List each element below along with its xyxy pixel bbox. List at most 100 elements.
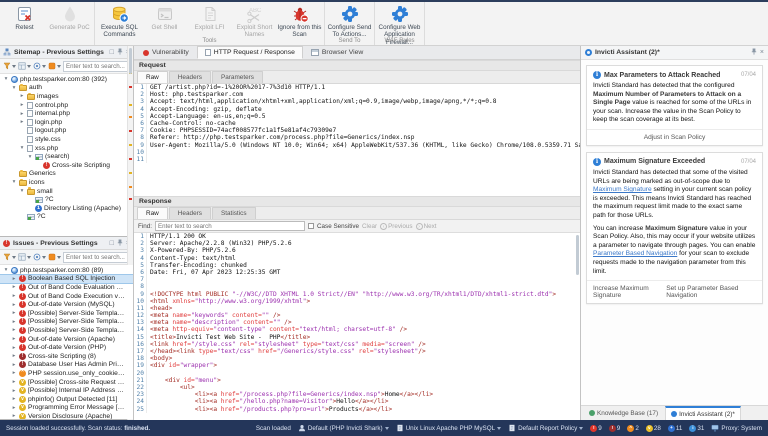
expander-icon[interactable]: ▸ — [19, 118, 25, 126]
request-tab-parameters[interactable]: Parameters — [212, 71, 263, 83]
sitemap-search-input[interactable] — [66, 63, 133, 70]
expander-icon[interactable]: ▸ — [11, 387, 17, 395]
tree-item[interactable]: style.css — [0, 135, 133, 144]
adjust-in-scan-policy-button[interactable]: Adjust in Scan Policy — [644, 134, 706, 141]
previous-button[interactable]: ‹Previous — [380, 223, 413, 230]
issues-search-input[interactable] — [66, 254, 133, 261]
expander-icon[interactable]: ▾ — [19, 187, 25, 195]
expander-icon[interactable]: ▸ — [19, 92, 25, 100]
request-editor[interactable]: 1GET /artist.php?id=-1%20OR%2017-7%3d10 … — [134, 84, 580, 196]
tree-item[interactable]: ▸![Possible] Server-Side Template Inject… — [0, 326, 133, 335]
pin-icon[interactable] — [117, 239, 123, 248]
tab-browser-view[interactable]: Browser View — [304, 46, 370, 59]
expander-icon[interactable]: ▾ — [27, 153, 33, 161]
tree-item[interactable]: ▸!Cross-site Scripting (8) — [0, 352, 133, 361]
tree-item[interactable]: ▸!Out-of-date Version (PHP) — [0, 343, 133, 352]
tree-item[interactable]: ▾GET(search) — [0, 152, 133, 161]
expander-icon[interactable]: ▸ — [11, 352, 17, 360]
request-tab-raw[interactable]: Raw — [137, 71, 168, 83]
tree-item[interactable]: !Cross-site Scripting — [0, 161, 133, 170]
group-button[interactable] — [48, 253, 61, 261]
tree-item[interactable]: ▸!Boolean Based SQL Injection — [0, 275, 133, 284]
scope-button[interactable] — [33, 62, 46, 70]
tree-item[interactable]: ▸vVersion Disclosure (Apache) — [0, 412, 133, 419]
tree-item[interactable]: ▸v[Possible] Cross-site Request Forgery … — [0, 378, 133, 387]
tab-knowledge-base-17[interactable]: Knowledge Base (17) — [584, 406, 663, 420]
tree-item[interactable]: ▸v[Possible] Internal IP Address Disclos… — [0, 386, 133, 395]
tree-item[interactable]: ▸!Out-of-date Version (Apache) — [0, 335, 133, 344]
tree-item[interactable]: GET?C — [0, 213, 133, 222]
tree-item[interactable]: iDirectory Listing (Apache) — [0, 204, 133, 213]
expander-icon[interactable]: ▸ — [19, 101, 25, 109]
response-tab-statistics[interactable]: Statistics — [212, 207, 256, 219]
expander-icon[interactable]: ▸ — [11, 335, 17, 343]
expander-icon[interactable]: ▸ — [11, 344, 17, 352]
tree-item[interactable]: GET?C — [0, 195, 133, 204]
tree-item[interactable]: ▸![Possible] Server-Side Template Inject… — [0, 318, 133, 327]
layout-button[interactable] — [18, 62, 31, 70]
expander-icon[interactable]: ▸ — [19, 110, 25, 118]
tree-item[interactable]: ▸![Possible] Server-Side Template Inject… — [0, 309, 133, 318]
tree-item[interactable]: logout.php — [0, 127, 133, 136]
expander-icon[interactable]: ▸ — [11, 404, 17, 412]
expander-icon[interactable]: ▸ — [11, 292, 17, 300]
inline-link[interactable]: Parameter Based Navigation — [593, 250, 677, 257]
find-input[interactable] — [155, 221, 305, 231]
case-sensitive-checkbox[interactable] — [308, 223, 314, 229]
expander-icon[interactable]: ▾ — [19, 144, 25, 152]
clear-button[interactable]: Clear — [362, 223, 377, 230]
retest-button[interactable]: Retest — [2, 3, 47, 37]
expander-icon[interactable]: ▾ — [3, 75, 9, 83]
tree-item[interactable]: ▸internal.php — [0, 109, 133, 118]
scrollbar-thumb[interactable] — [576, 235, 580, 275]
default-php-invicti-shark-dropdown[interactable]: Default (PHP Invicti Shark) — [298, 424, 389, 432]
tree-item[interactable]: ▸!Out of Band Code Execution via SSTI [.… — [0, 292, 133, 301]
window-options-icon[interactable]: □ — [110, 49, 114, 56]
next-button[interactable]: ›Next — [416, 223, 437, 230]
expander-icon[interactable]: ▸ — [11, 275, 17, 283]
tree-item[interactable]: ▸^PHP session.use_only_cookies Is Disabl… — [0, 369, 133, 378]
expander-icon[interactable]: ▸ — [11, 309, 17, 317]
expander-icon[interactable]: ▸ — [11, 412, 17, 419]
tree-item[interactable]: ▸!Database User Has Admin Privileges — [0, 361, 133, 370]
tree-item[interactable]: ▸control.php — [0, 101, 133, 110]
tree-item[interactable]: ▸!Out of Band Code Evaluation (PHP) — [0, 283, 133, 292]
expander-icon[interactable]: ▸ — [11, 369, 17, 377]
expander-icon[interactable]: ▸ — [11, 395, 17, 403]
tree-item[interactable]: ▸login.php — [0, 118, 133, 127]
default-report-policy-dropdown[interactable]: Default Report Policy — [508, 424, 583, 432]
tab-http-request-response[interactable]: HTTP Request / Response — [197, 46, 303, 59]
configure-web-application-firewall-button[interactable]: Configure Web Application Firewall... — [377, 3, 422, 37]
response-editor[interactable]: 1HTTP/1.1 200 OK2Server: Apache/2.2.8 (W… — [134, 233, 580, 420]
tab-vulnerability[interactable]: Vulnerability — [136, 46, 196, 59]
set-up-parameter-based-navigation-button[interactable]: Set up Parameter Based Navigation — [666, 285, 756, 299]
inline-link[interactable]: Maximum Signature — [593, 186, 652, 193]
tree-item[interactable]: ▾small — [0, 187, 133, 196]
expander-icon[interactable]: ▸ — [11, 326, 17, 334]
tree-item[interactable]: ▾xss.php — [0, 144, 133, 153]
filter-button[interactable] — [3, 253, 16, 261]
expander-icon[interactable]: ▾ — [3, 266, 9, 274]
tree-item[interactable]: ▸vphpinfo() Output Detected [11] — [0, 395, 133, 404]
scrollbar-thumb[interactable] — [129, 48, 133, 74]
response-tab-raw[interactable]: Raw — [137, 207, 168, 219]
expander-icon[interactable]: ▸ — [11, 378, 17, 386]
unix-linux-apache-php-mysql-dropdown[interactable]: Unix Linux Apache PHP MySQL — [396, 424, 502, 432]
expander-icon[interactable]: ▸ — [11, 283, 17, 291]
pin-icon[interactable] — [751, 48, 757, 57]
tree-item[interactable]: ▾php.testsparker.com:80 (392) — [0, 75, 133, 84]
response-tab-headers[interactable]: Headers — [169, 207, 211, 219]
pin-icon[interactable] — [117, 48, 123, 57]
ignore-from-this-scan-button[interactable]: Ignore from this Scan — [277, 3, 322, 37]
tree-item[interactable]: ▸images — [0, 92, 133, 101]
layout-button[interactable] — [18, 253, 31, 261]
tree-item[interactable]: Generics — [0, 170, 133, 179]
group-button[interactable] — [48, 62, 61, 70]
window-options-icon[interactable]: □ — [110, 240, 114, 247]
tree-item[interactable]: ▾auth — [0, 84, 133, 93]
scope-button[interactable] — [33, 253, 46, 261]
expander-icon[interactable]: ▾ — [11, 178, 17, 186]
expander-icon[interactable]: ▸ — [11, 361, 17, 369]
proxy-indicator[interactable]: Proxy: System — [711, 424, 762, 432]
expander-icon[interactable]: ▸ — [11, 301, 17, 309]
